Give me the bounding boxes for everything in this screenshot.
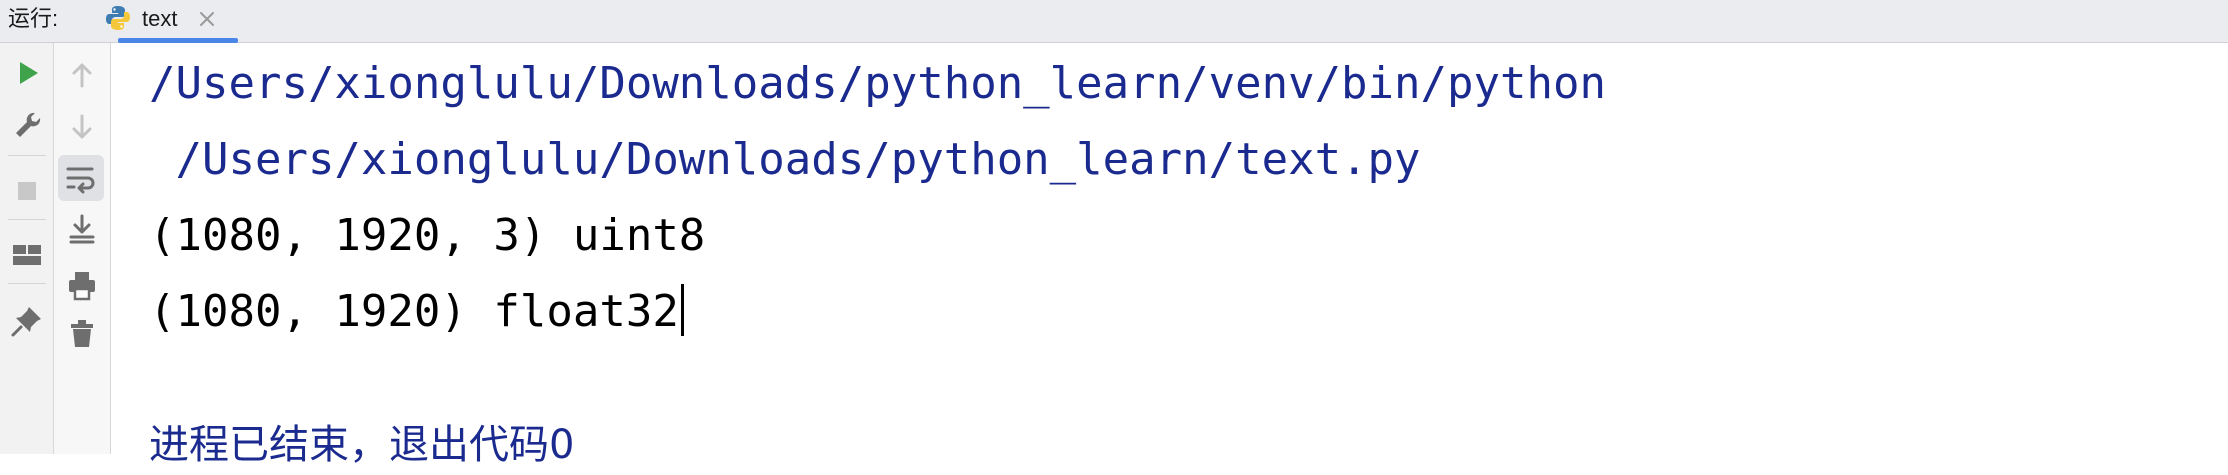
console-line-output-text: (1080, 1920) float32 <box>149 286 679 337</box>
close-icon[interactable] <box>196 8 218 30</box>
wrench-icon[interactable] <box>7 105 47 145</box>
run-label: 运行: <box>8 6 59 31</box>
text-cursor <box>680 284 684 336</box>
console-line-script-path: /Users/xionglulu/Downloads/python_learn/… <box>149 134 1421 185</box>
run-tool-window-header: 运行: text <box>0 0 2228 43</box>
print-icon[interactable] <box>62 265 102 305</box>
tab-title: text <box>142 6 178 31</box>
scroll-to-end-icon[interactable] <box>62 209 102 249</box>
console-line-output: (1080, 1920, 3) uint8 <box>149 210 706 261</box>
arrow-up-icon[interactable] <box>62 55 102 95</box>
console-output[interactable]: /Users/xionglulu/Downloads/python_learn/… <box>111 43 2228 468</box>
process-exit-message: 进程已结束，退出代码0 <box>149 422 575 468</box>
layout-icon[interactable] <box>7 235 47 275</box>
run-icon[interactable] <box>7 53 47 93</box>
console-line-interpreter-path: /Users/xionglulu/Downloads/python_learn/… <box>149 58 1606 109</box>
python-icon <box>104 4 132 32</box>
stop-icon[interactable] <box>7 171 47 211</box>
console-toolbar <box>54 43 111 454</box>
soft-wrap-icon[interactable] <box>61 158 101 198</box>
toolbar-divider <box>8 155 46 156</box>
trash-icon[interactable] <box>62 313 102 353</box>
run-toolbar <box>0 43 54 454</box>
toolbar-divider <box>8 283 46 284</box>
pin-icon[interactable] <box>7 301 47 341</box>
toolbar-divider <box>8 219 46 220</box>
console-line-output-last: (1080, 1920) float32 <box>149 282 684 342</box>
arrow-down-icon[interactable] <box>62 107 102 147</box>
